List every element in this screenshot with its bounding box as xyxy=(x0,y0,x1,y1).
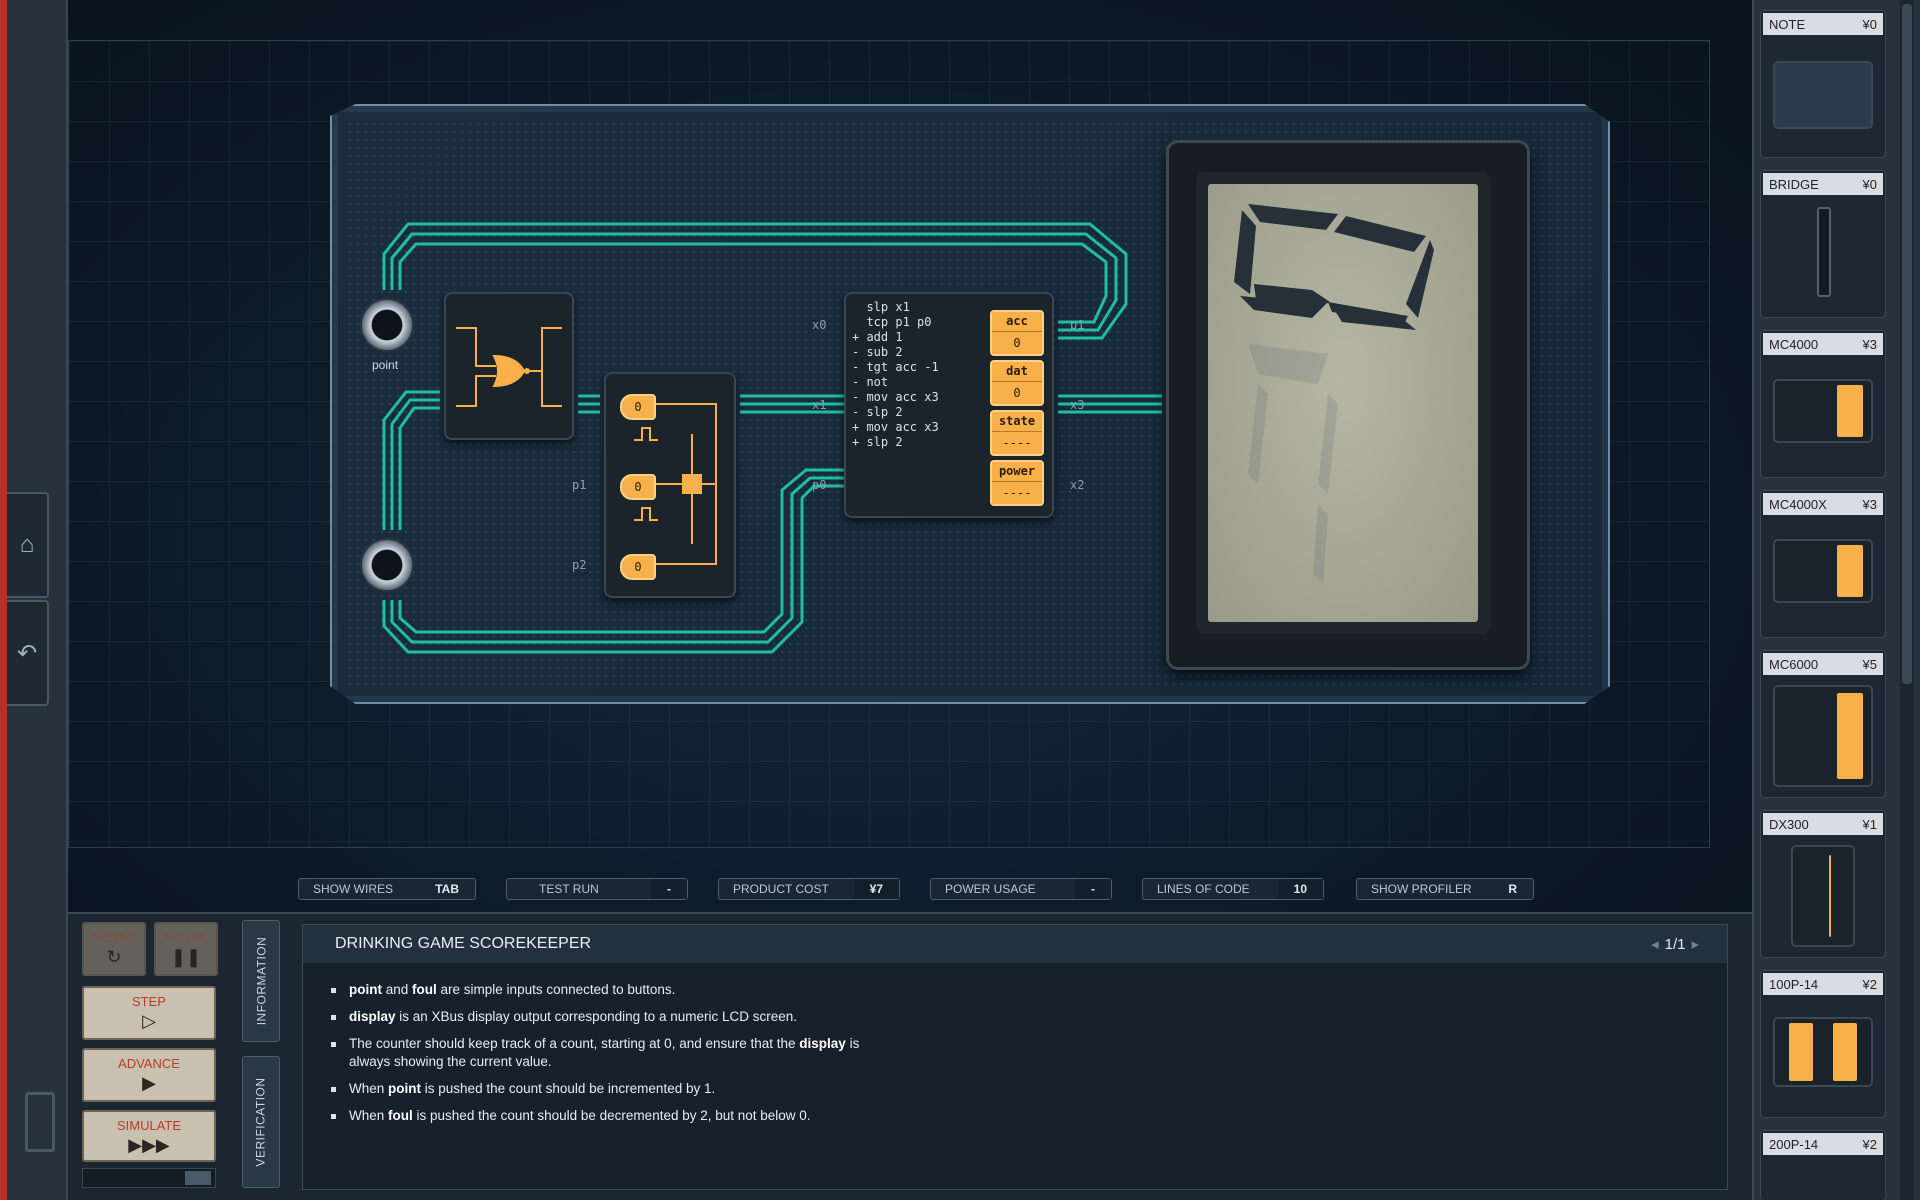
game-window: ⌂ ↶ point 0 0 0 p1 p2 slp x1 tcp p1 p0 +… xyxy=(0,0,1920,1200)
code-line[interactable]: + mov acc x3 xyxy=(852,420,939,435)
palette-item-mc4000[interactable]: MC4000 ¥3 xyxy=(1760,330,1886,478)
list-item: When point is pushed the count should be… xyxy=(331,1080,891,1098)
logic-gate-chip[interactable] xyxy=(444,292,574,440)
palette-item-bridge[interactable]: BRIDGE ¥0 xyxy=(1760,170,1886,318)
pin-label: x2 xyxy=(1070,478,1085,492)
pause-button[interactable]: PAUSE ❚❚ xyxy=(154,922,218,976)
code-line[interactable]: + add 1 xyxy=(852,330,939,345)
spec-list: point and foul are simple inputs connect… xyxy=(303,963,1727,1125)
register-power: power ---- xyxy=(990,460,1044,506)
tab-information[interactable]: INFORMATION xyxy=(242,920,280,1042)
tab-verification[interactable]: VERIFICATION xyxy=(242,1056,280,1188)
palette-item-100p-14[interactable]: 100P-14 ¥2 xyxy=(1760,970,1886,1118)
pause-icon: ❚❚ xyxy=(170,947,202,967)
pin-label: p1 xyxy=(1070,318,1085,332)
info-header: DRINKING GAME SCOREKEEPER ◂ 1/1 ▸ xyxy=(303,925,1727,963)
show-profiler-toggle[interactable]: SHOW PROFILER R xyxy=(1356,878,1534,900)
code-line[interactable]: slp x1 xyxy=(852,300,939,315)
pin-label: x0 xyxy=(812,318,827,332)
seven-segment-digit: 0 xyxy=(1234,204,1434,584)
code-line[interactable]: - sub 2 xyxy=(852,345,939,360)
lcd-screen: 0 xyxy=(1208,184,1478,622)
code-line[interactable]: tcp p1 p0 xyxy=(852,315,939,330)
dx-value: 0 xyxy=(634,480,642,494)
advance-button[interactable]: ADVANCE ▶ xyxy=(82,1048,216,1102)
mc4000x-icon xyxy=(1773,539,1873,603)
display-digit: 0 xyxy=(1343,301,1344,303)
code-line[interactable]: - not xyxy=(852,375,939,390)
dx300-icon xyxy=(1791,845,1855,947)
home-icon: ⌂ xyxy=(19,531,35,558)
simulate-icon: ▶▶▶ xyxy=(128,1135,170,1155)
palette-item-dx300[interactable]: DX300 ¥1 xyxy=(1760,810,1886,958)
program-code[interactable]: slp x1 tcp p1 p0 + add 1- sub 2- tgt acc … xyxy=(852,300,939,450)
bridge-icon xyxy=(1817,207,1831,297)
pin-label: p2 xyxy=(572,558,587,572)
pin-label: x3 xyxy=(1070,398,1085,412)
palette-item-mc4000x[interactable]: MC4000X ¥3 xyxy=(1760,490,1886,638)
list-item: display is an XBus display output corres… xyxy=(331,1008,891,1026)
show-wires-toggle[interactable]: SHOW WIRES TAB xyxy=(298,878,476,900)
page-indicator: ◂ 1/1 ▸ xyxy=(1651,936,1699,953)
info-panel: DRINKING GAME SCOREKEEPER ◂ 1/1 ▸ point an… xyxy=(302,924,1728,1190)
reset-icon: ↻ xyxy=(106,947,122,967)
note-icon xyxy=(1773,61,1873,129)
home-button[interactable]: ⌂ xyxy=(7,492,49,598)
lines-of-code-stat: LINES OF CODE 10 xyxy=(1142,878,1324,900)
mc6000-icon xyxy=(1773,685,1873,787)
undo-button[interactable]: ↶ xyxy=(7,600,49,706)
game-logo-icon xyxy=(25,1092,55,1152)
point-input-button[interactable] xyxy=(360,298,414,352)
prev-page-icon[interactable]: ◂ xyxy=(1651,936,1659,953)
pin-label: p1 xyxy=(572,478,587,492)
parts-palette: NOTE ¥0 BRIDGE ¥0 MC4000 ¥3 MC4000X ¥3 MC600… xyxy=(1752,0,1920,1200)
next-page-icon[interactable]: ▸ xyxy=(1691,936,1699,953)
dx-value: 0 xyxy=(634,400,642,414)
product-cost-stat: PRODUCT COST ¥7 xyxy=(718,878,900,900)
puzzle-title: DRINKING GAME SCOREKEEPER xyxy=(335,935,592,952)
step-icon: ▷ xyxy=(142,1011,156,1031)
palette-item-note[interactable]: NOTE ¥0 xyxy=(1760,10,1886,158)
lcd-display: 0 xyxy=(1196,172,1490,634)
status-bar: SHOW WIRES TAB TEST RUN - PRODUCT COST ¥7 P… xyxy=(0,878,1920,900)
pin-label: x1 xyxy=(812,398,827,412)
list-item: When foul is pushed the count should be … xyxy=(331,1107,891,1125)
speed-slider[interactable] xyxy=(82,1168,216,1188)
power-usage-stat: POWER USAGE - xyxy=(930,878,1112,900)
point-label: point xyxy=(372,358,399,372)
code-line[interactable]: - tgt acc -1 xyxy=(852,360,939,375)
panel-tabs: INFORMATION VERIFICATION xyxy=(242,920,282,1190)
left-rail: ⌂ ↶ xyxy=(0,0,68,1200)
reset-button[interactable]: RESET ↻ xyxy=(82,922,146,976)
palette-item-200p-14[interactable]: 200P-14 ¥2 xyxy=(1760,1130,1886,1200)
advance-icon: ▶ xyxy=(142,1073,156,1093)
palette-scroll-thumb[interactable] xyxy=(1902,4,1912,684)
step-button[interactable]: STEP ▷ xyxy=(82,986,216,1040)
dx300-chip[interactable]: 0 0 0 xyxy=(604,372,736,598)
dx-value: 0 xyxy=(634,560,642,574)
pin-label: p0 xyxy=(812,478,827,492)
list-item: point and foul are simple inputs connect… xyxy=(331,981,891,999)
register-acc: acc 0 xyxy=(990,310,1044,356)
simulate-button[interactable]: SIMULATE ▶▶▶ xyxy=(82,1110,216,1162)
speed-slider-handle[interactable] xyxy=(185,1171,211,1185)
code-line[interactable]: - mov acc x3 xyxy=(852,390,939,405)
test-run-stat: TEST RUN - xyxy=(506,878,688,900)
palette-item-mc6000[interactable]: MC6000 ¥5 xyxy=(1760,650,1886,798)
code-line[interactable]: - slp 2 xyxy=(852,405,939,420)
nor-gate-icon xyxy=(456,327,562,407)
100p-14-icon xyxy=(1773,1017,1873,1087)
register-dat: dat 0 xyxy=(990,360,1044,406)
undo-icon: ↶ xyxy=(16,639,38,667)
register-state: state ---- xyxy=(990,410,1044,456)
list-item: The counter should keep track of a count… xyxy=(331,1035,891,1071)
foul-input-button[interactable] xyxy=(360,538,414,592)
mc4000-icon xyxy=(1773,379,1873,443)
code-line[interactable]: + slp 2 xyxy=(852,435,939,450)
